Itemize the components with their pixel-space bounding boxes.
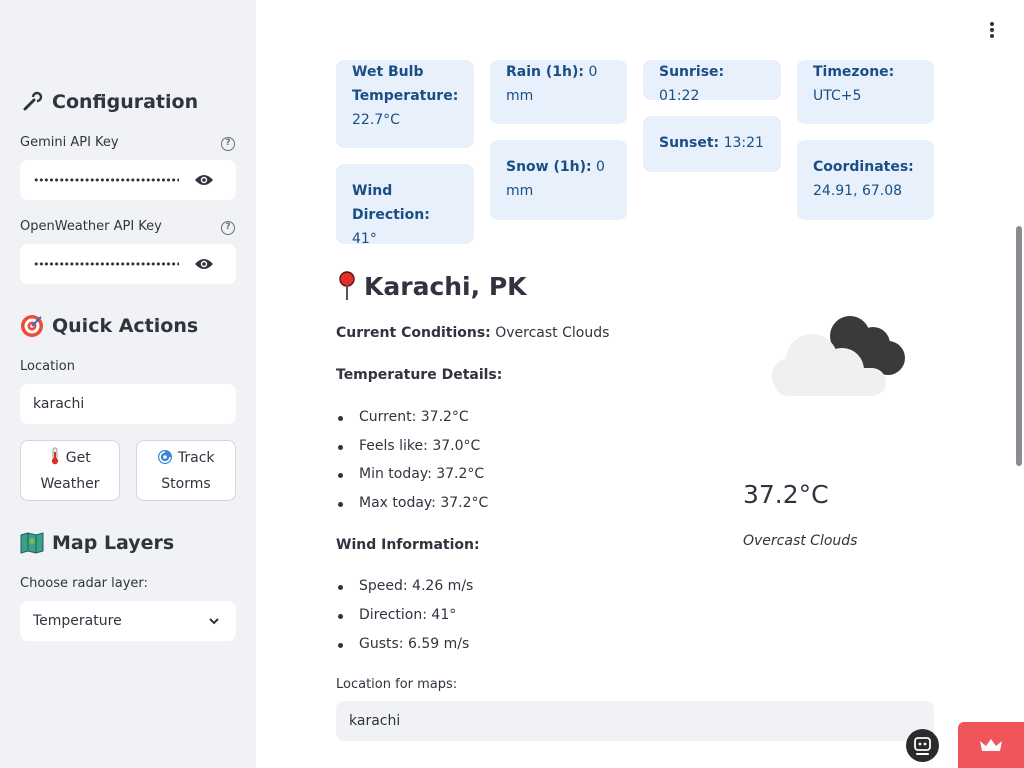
wind-direction-card: Wind Direction: 41° (336, 164, 474, 247)
overcast-clouds-icon (772, 316, 905, 396)
menu-icon[interactable] (990, 22, 994, 40)
thermometer-icon (52, 447, 59, 465)
current-temperature: 37.2°C (743, 480, 829, 509)
city-title: Karachi, PK (336, 270, 527, 302)
current-conditions: Current Conditions: Overcast Clouds (336, 325, 610, 341)
location-input[interactable]: karachi (20, 384, 236, 424)
wrench-icon (20, 90, 44, 114)
location-label: Location (20, 359, 75, 374)
map-location-label: Location for maps: (336, 677, 458, 692)
sunrise-card: Sunrise: 01:22 (643, 60, 781, 104)
openweather-key-input[interactable]: •••••••••••••••••••••••••••••••••••• (20, 244, 236, 284)
target-icon (20, 314, 44, 338)
radar-layer-label: Choose radar layer: (20, 576, 148, 591)
radar-layer-select[interactable]: Temperature (20, 601, 236, 641)
configuration-heading: Configuration (20, 90, 198, 114)
openweather-key-label: OpenWeather API Key (20, 219, 162, 234)
crown-icon (980, 739, 1002, 751)
crown-button[interactable] (958, 722, 1024, 768)
chatbot-icon[interactable] (906, 729, 939, 762)
map-icon (20, 531, 44, 555)
timezone-card: Timezone: UTC+5 (797, 60, 934, 124)
gemini-key-value: •••••••••••••••••••••••••••••••••••• (33, 173, 179, 187)
cyclone-icon (158, 450, 173, 464)
help-icon[interactable]: ? (221, 137, 235, 151)
eye-icon[interactable] (194, 172, 214, 188)
rain-card: Rain (1h): 0 mm (490, 60, 627, 124)
sidebar: Configuration Gemini API Key ? •••••••••… (0, 0, 256, 768)
help-icon[interactable]: ? (221, 221, 235, 235)
condition-label: Overcast Clouds (743, 533, 858, 549)
gemini-key-label: Gemini API Key (20, 135, 119, 150)
wet-bulb-card: Wet Bulb Temperature: 22.7°C (336, 60, 474, 148)
gemini-key-input[interactable]: •••••••••••••••••••••••••••••••••••• (20, 160, 236, 200)
coordinates-card: Coordinates: 24.91, 67.08 (797, 140, 934, 220)
chevron-down-icon (209, 618, 219, 625)
eye-icon[interactable] (194, 256, 214, 272)
sunset-card: Sunset: 13:21 (643, 116, 781, 172)
quick-actions-heading: Quick Actions (20, 314, 198, 338)
snow-card: Snow (1h): 0 mm (490, 140, 627, 220)
track-storms-button[interactable]: Track Storms (136, 440, 236, 501)
openweather-key-value: •••••••••••••••••••••••••••••••••••• (33, 257, 179, 271)
wind-information-heading: Wind Information: (336, 537, 480, 553)
pushpin-icon (339, 271, 355, 300)
temperature-details-heading: Temperature Details: (336, 367, 503, 383)
get-weather-button[interactable]: Get Weather (20, 440, 120, 501)
scrollbar[interactable] (1016, 226, 1022, 466)
map-layers-heading: Map Layers (20, 531, 174, 555)
map-location-input[interactable]: karachi (336, 701, 934, 741)
